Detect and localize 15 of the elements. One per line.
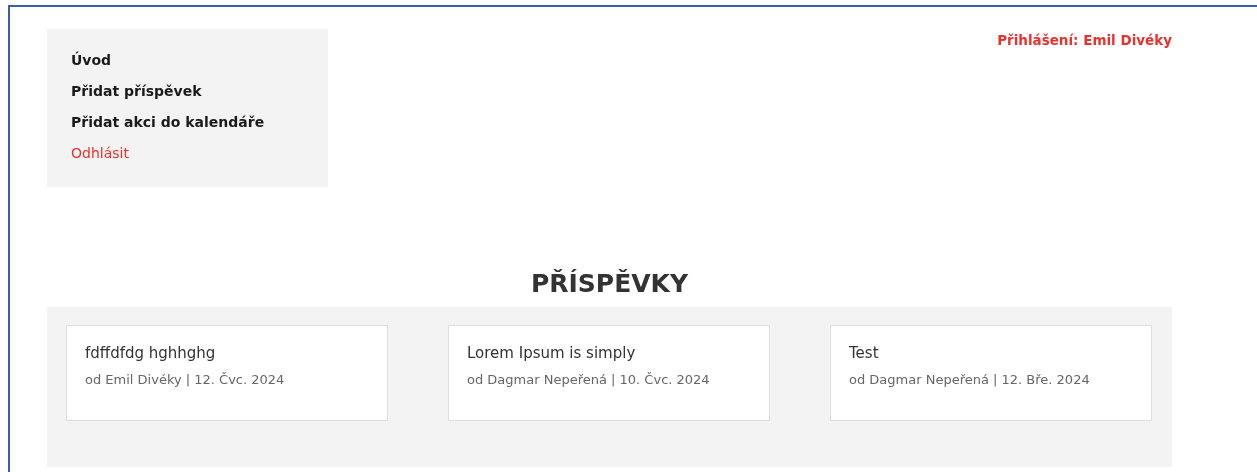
menu-link[interactable]: Přidat příspěvek: [71, 81, 202, 101]
post-meta: od Emil Divéky | 12. Čvc. 2024: [85, 372, 286, 387]
section-title: PŘÍSPĚVKY: [529, 268, 690, 300]
post-meta: od Dagmar Nepeřená | 12. Bře. 2024: [849, 372, 1091, 387]
logout-link[interactable]: Odhlásit: [71, 143, 129, 163]
login-status: Přihlášení: Emil Divéky: [997, 32, 1172, 50]
post-title[interactable]: Lorem Ipsum is simply: [467, 342, 751, 364]
post-title[interactable]: fdffdfdg hghhghg: [85, 342, 369, 364]
post-title[interactable]: Test: [849, 342, 1133, 364]
menu-link[interactable]: Úvod: [71, 50, 112, 70]
post-card[interactable]: fdffdfdg hghhghg od Emil Divéky | 12. Čvc. 2024: [66, 325, 388, 421]
post-meta: od Dagmar Nepeřená | 10. Čvc. 2024: [467, 372, 711, 387]
post-card[interactable]: Test od Dagmar Nepeřená | 12. Bře. 2024: [830, 325, 1152, 421]
menu-link[interactable]: Přidat akci do kalendáře: [71, 112, 265, 132]
post-card[interactable]: Lorem Ipsum is simply od Dagmar Nepeřená | 10. Čvc. 2024: [448, 325, 770, 421]
